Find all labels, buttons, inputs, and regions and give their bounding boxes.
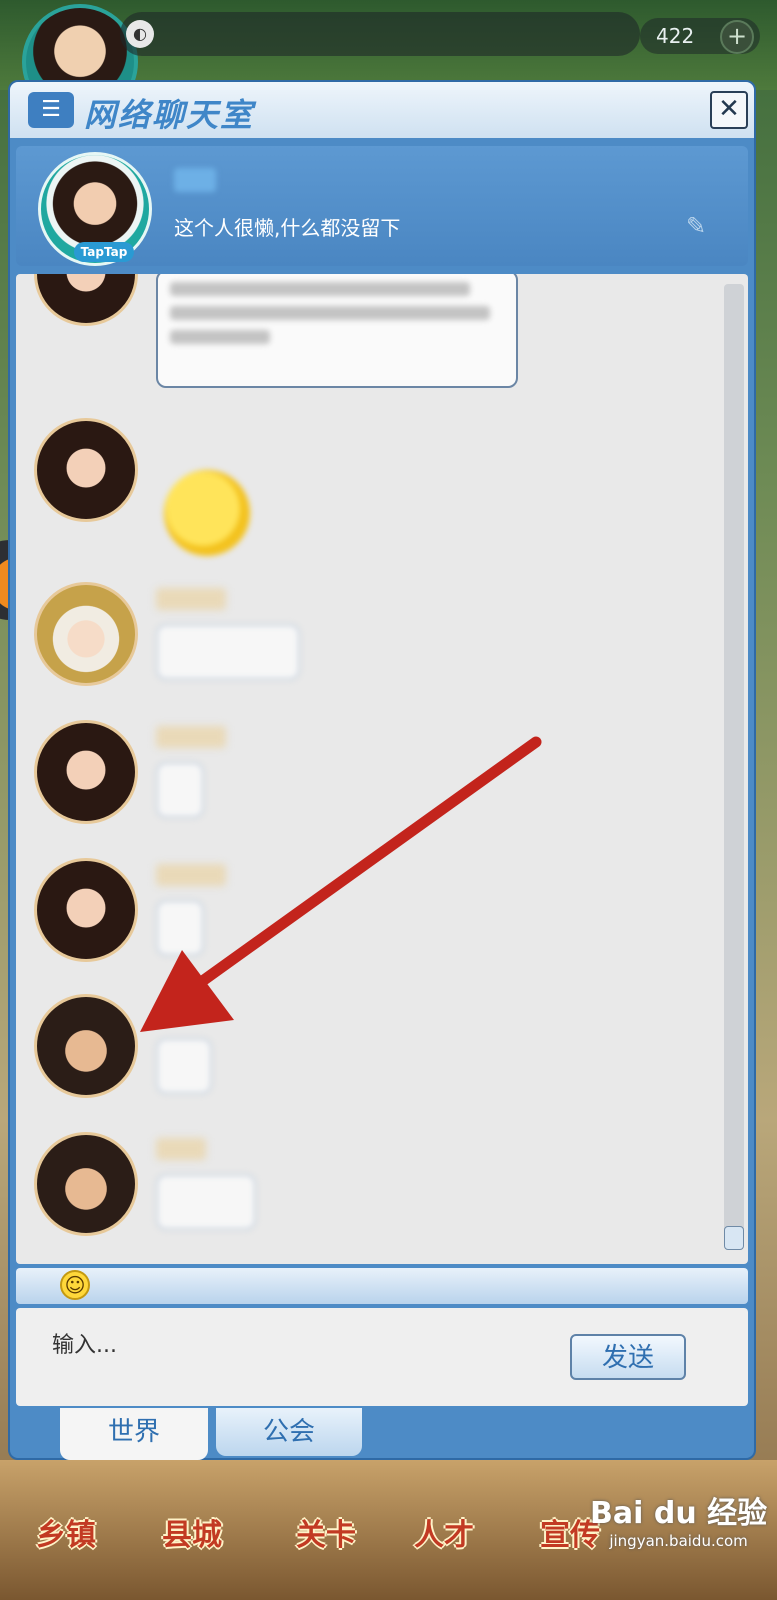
emoji-sticker bbox=[164, 470, 250, 556]
add-coins-button[interactable]: + bbox=[720, 20, 754, 54]
chat-room-dialog: ☰ 网络聊天室 ✕ TapTap 这个人很懒,什么都没留下 ✎ ☺ 输入... … bbox=[8, 80, 756, 1460]
message-list[interactable] bbox=[16, 274, 748, 1264]
nav-item-town[interactable]: 乡镇 bbox=[36, 1510, 96, 1554]
message-avatar[interactable] bbox=[34, 858, 138, 962]
message-bubble bbox=[156, 1038, 212, 1094]
message-bubble bbox=[156, 1174, 256, 1230]
message-avatar-highlighted[interactable] bbox=[34, 994, 138, 1098]
message-sender-name bbox=[156, 588, 226, 610]
blurred-status-bar bbox=[120, 12, 640, 56]
dialog-title: 网络聊天室 bbox=[84, 96, 255, 134]
scrollbar-track[interactable] bbox=[724, 284, 744, 1234]
chat-list-icon: ☰ bbox=[28, 92, 74, 128]
close-button[interactable]: ✕ bbox=[710, 91, 748, 129]
message-avatar[interactable] bbox=[34, 418, 138, 522]
nav-item-levels[interactable]: 关卡 bbox=[296, 1510, 356, 1554]
scrollbar-thumb[interactable] bbox=[724, 1226, 744, 1250]
message-bubble bbox=[156, 624, 300, 680]
blurred-text bbox=[170, 282, 470, 296]
status-icon: ◐ bbox=[126, 20, 154, 48]
dialog-titlebar: ☰ 网络聊天室 ✕ bbox=[10, 82, 754, 138]
message-sender-name bbox=[156, 864, 226, 886]
message-sender-name bbox=[156, 726, 226, 748]
watermark: Bai du 经验 jingyan.baidu.com bbox=[590, 1488, 767, 1550]
message-sender-name bbox=[156, 1138, 206, 1160]
smiley-icon[interactable]: ☺ bbox=[60, 1270, 90, 1300]
tab-world[interactable]: 世界 bbox=[60, 1408, 208, 1460]
profile-card: TapTap 这个人很懒,什么都没留下 ✎ bbox=[16, 146, 748, 266]
profile-name-blurred bbox=[174, 168, 216, 192]
blurred-text bbox=[170, 306, 490, 320]
profile-signature: 这个人很懒,什么都没留下 bbox=[174, 216, 401, 240]
message-bubble bbox=[156, 900, 204, 956]
edit-icon[interactable]: ✎ bbox=[682, 212, 710, 240]
message-avatar[interactable] bbox=[34, 720, 138, 824]
avatar-tag: TapTap bbox=[74, 242, 134, 262]
composer-area: 发送 bbox=[16, 1308, 748, 1406]
watermark-url: jingyan.baidu.com bbox=[609, 1532, 748, 1550]
nav-item-talent[interactable]: 人才 bbox=[414, 1510, 474, 1554]
send-button[interactable]: 发送 bbox=[570, 1334, 686, 1380]
tab-guild[interactable]: 公会 bbox=[216, 1408, 362, 1456]
message-input[interactable] bbox=[50, 1324, 534, 1366]
watermark-main: Bai du 经验 bbox=[590, 1496, 768, 1531]
nav-item-county[interactable]: 县城 bbox=[162, 1510, 222, 1554]
composer-toolbar: ☺ bbox=[16, 1268, 748, 1304]
message-avatar[interactable] bbox=[34, 582, 138, 686]
message-avatar[interactable] bbox=[34, 1132, 138, 1236]
message-bubble bbox=[156, 274, 518, 388]
blurred-text bbox=[170, 330, 270, 344]
message-avatar[interactable] bbox=[34, 274, 138, 326]
message-bubble bbox=[156, 762, 204, 818]
